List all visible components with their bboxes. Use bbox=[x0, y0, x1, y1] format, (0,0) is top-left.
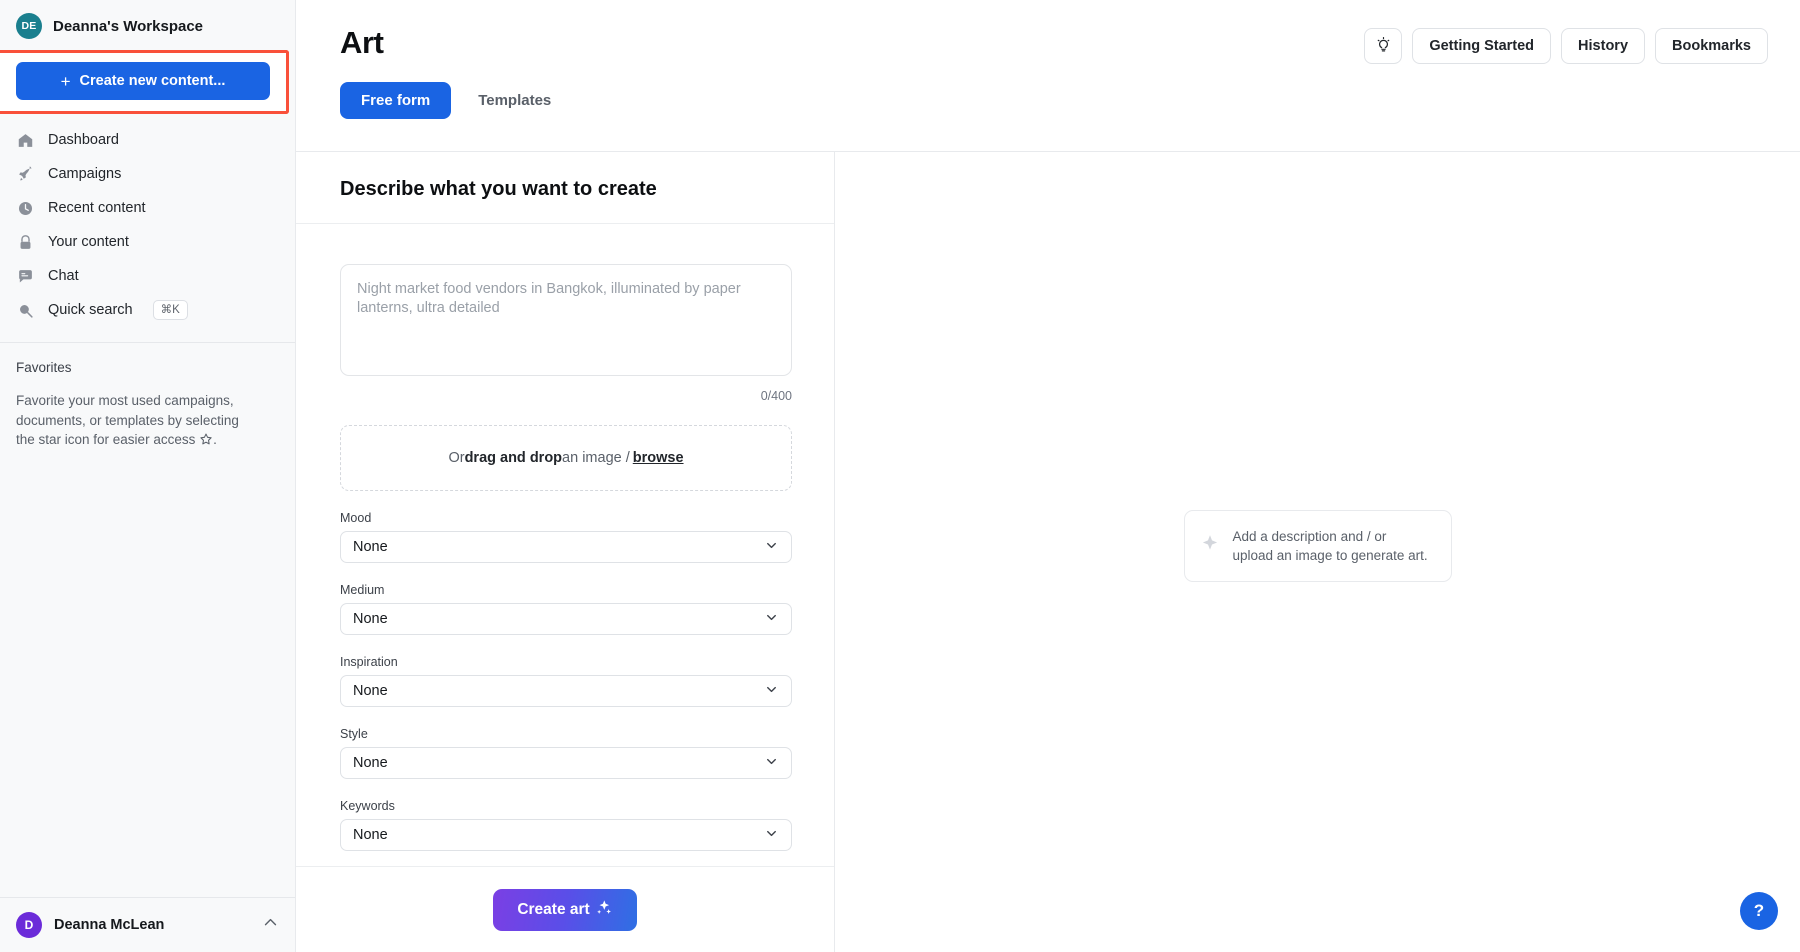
field-mood: Mood None bbox=[340, 511, 792, 563]
form-footer: Create art bbox=[296, 866, 834, 952]
inspiration-select[interactable]: None bbox=[340, 675, 792, 707]
form-heading-row: Describe what you want to create bbox=[296, 152, 834, 224]
tips-button[interactable] bbox=[1364, 28, 1402, 64]
form-heading: Describe what you want to create bbox=[340, 178, 790, 201]
workspace-avatar: DE bbox=[16, 13, 42, 39]
history-button[interactable]: History bbox=[1561, 28, 1645, 64]
tab-free-form[interactable]: Free form bbox=[340, 82, 451, 119]
style-select[interactable]: None bbox=[340, 747, 792, 779]
form-panel: Describe what you want to create 0/400 O… bbox=[296, 152, 835, 952]
preview-panel: Add a description and / or upload an ima… bbox=[835, 152, 1800, 952]
lightbulb-icon bbox=[1375, 36, 1392, 57]
browse-link[interactable]: browse bbox=[633, 450, 684, 466]
sidebar-item-recent-content[interactable]: Recent content bbox=[0, 191, 295, 225]
star-icon bbox=[199, 432, 213, 446]
plus-icon: + bbox=[61, 73, 71, 90]
dropzone-middle-text: an image / bbox=[562, 450, 630, 466]
chevron-down-icon bbox=[764, 682, 779, 701]
chevron-down-icon bbox=[764, 610, 779, 629]
home-icon bbox=[16, 131, 34, 149]
empty-state-hint: Add a description and / or upload an ima… bbox=[1184, 510, 1452, 582]
sidebar-item-label: Quick search bbox=[48, 302, 133, 318]
sparkles-icon bbox=[594, 898, 613, 922]
chevron-down-icon bbox=[764, 754, 779, 773]
getting-started-button[interactable]: Getting Started bbox=[1412, 28, 1551, 64]
mood-select[interactable]: None bbox=[340, 531, 792, 563]
field-label: Inspiration bbox=[340, 655, 792, 669]
tab-templates[interactable]: Templates bbox=[457, 82, 572, 119]
favorites-title: Favorites bbox=[16, 360, 278, 375]
sidebar-item-your-content[interactable]: Your content bbox=[0, 225, 295, 259]
form-fields-scroll[interactable]: 0/400 Or drag and drop an image / browse… bbox=[296, 224, 834, 866]
field-label: Medium bbox=[340, 583, 792, 597]
sidebar-item-quick-search[interactable]: Quick search ⌘K bbox=[0, 293, 295, 327]
chevron-up-icon[interactable] bbox=[262, 914, 279, 936]
clock-icon bbox=[16, 199, 34, 217]
page-header: Art Free form Templates Getting Started … bbox=[296, 0, 1800, 152]
select-value: None bbox=[353, 683, 388, 699]
quick-search-shortcut: ⌘K bbox=[153, 300, 188, 320]
dropzone-bold-text: drag and drop bbox=[465, 450, 562, 466]
prompt-input[interactable] bbox=[340, 264, 792, 376]
sidebar-item-label: Your content bbox=[48, 234, 129, 250]
create-new-content-highlight: + Create new content... bbox=[0, 50, 289, 114]
bookmarks-button[interactable]: Bookmarks bbox=[1655, 28, 1768, 64]
select-value: None bbox=[353, 827, 388, 843]
field-inspiration: Inspiration None bbox=[340, 655, 792, 707]
create-art-button[interactable]: Create art bbox=[493, 889, 636, 931]
sidebar-item-campaigns[interactable]: Campaigns bbox=[0, 157, 295, 191]
favorites-description: Favorite your most used campaigns, docum… bbox=[16, 391, 254, 450]
field-label: Style bbox=[340, 727, 792, 741]
content-split: Describe what you want to create 0/400 O… bbox=[296, 152, 1800, 952]
empty-state-text: Add a description and / or upload an ima… bbox=[1233, 527, 1431, 565]
workspace-name: Deanna's Workspace bbox=[53, 18, 203, 35]
field-keywords: Keywords None bbox=[340, 799, 792, 851]
create-new-content-label: Create new content... bbox=[80, 73, 226, 89]
field-medium: Medium None bbox=[340, 583, 792, 635]
app-root: DE Deanna's Workspace + Create new conte… bbox=[0, 0, 1800, 952]
rocket-icon bbox=[16, 165, 34, 183]
user-account-row[interactable]: D Deanna McLean bbox=[0, 897, 295, 952]
select-value: None bbox=[353, 755, 388, 771]
sidebar-item-label: Recent content bbox=[48, 200, 146, 216]
sidebar-item-label: Dashboard bbox=[48, 132, 119, 148]
page-title: Art bbox=[340, 25, 1364, 61]
header-actions: Getting Started History Bookmarks bbox=[1364, 20, 1768, 64]
favorites-description-period: . bbox=[213, 432, 217, 447]
medium-select[interactable]: None bbox=[340, 603, 792, 635]
image-dropzone[interactable]: Or drag and drop an image / browse bbox=[340, 425, 792, 491]
field-label: Keywords bbox=[340, 799, 792, 813]
select-value: None bbox=[353, 611, 388, 627]
sidebar-item-label: Chat bbox=[48, 268, 79, 284]
user-lock-icon bbox=[16, 233, 34, 251]
sidebar-item-chat[interactable]: Chat bbox=[0, 259, 295, 293]
main-area: Art Free form Templates Getting Started … bbox=[296, 0, 1800, 952]
user-name: Deanna McLean bbox=[54, 917, 250, 933]
workspace-header[interactable]: DE Deanna's Workspace bbox=[0, 0, 295, 50]
title-column: Art Free form Templates bbox=[340, 20, 1364, 119]
dropzone-prefix: Or bbox=[448, 450, 464, 466]
select-value: None bbox=[353, 539, 388, 555]
mode-tabs: Free form Templates bbox=[340, 82, 1364, 119]
sidebar-nav: Dashboard Campaigns Recent content Your … bbox=[0, 114, 295, 333]
create-art-label: Create art bbox=[517, 901, 589, 919]
sidebar-item-label: Campaigns bbox=[48, 166, 121, 182]
help-button[interactable]: ? bbox=[1740, 892, 1778, 930]
sparkle-icon bbox=[1199, 533, 1221, 560]
avatar: D bbox=[16, 912, 42, 938]
chevron-down-icon bbox=[764, 538, 779, 557]
chevron-down-icon bbox=[764, 826, 779, 845]
create-new-content-button[interactable]: + Create new content... bbox=[16, 62, 270, 100]
favorites-section: Favorites Favorite your most used campai… bbox=[0, 343, 295, 450]
keywords-select[interactable]: None bbox=[340, 819, 792, 851]
sidebar-item-dashboard[interactable]: Dashboard bbox=[0, 123, 295, 157]
magnifier-icon bbox=[16, 301, 34, 319]
field-style: Style None bbox=[340, 727, 792, 779]
character-counter: 0/400 bbox=[340, 389, 792, 403]
sidebar: DE Deanna's Workspace + Create new conte… bbox=[0, 0, 296, 952]
chat-bubble-icon bbox=[16, 267, 34, 285]
field-label: Mood bbox=[340, 511, 792, 525]
